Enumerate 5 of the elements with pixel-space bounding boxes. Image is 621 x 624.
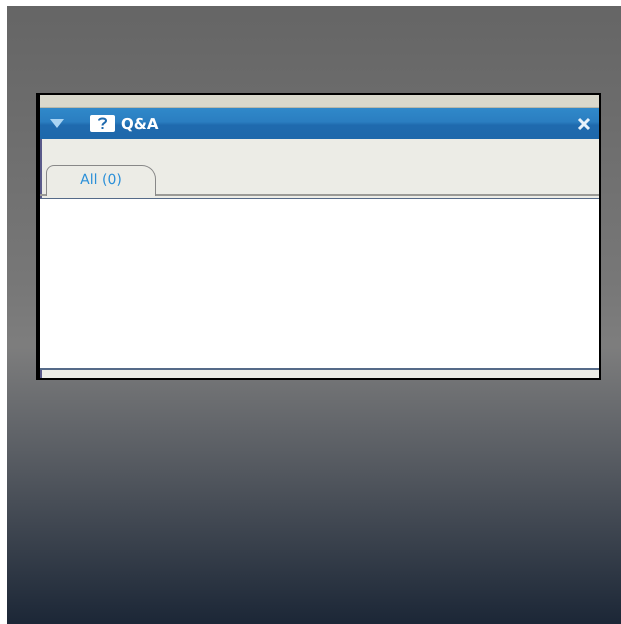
collapse-icon[interactable] xyxy=(50,119,64,128)
close-icon[interactable] xyxy=(577,116,591,130)
help-icon xyxy=(90,115,115,132)
tab[interactable]: All (0) xyxy=(46,165,156,196)
panel-title: Q&A xyxy=(121,114,160,132)
